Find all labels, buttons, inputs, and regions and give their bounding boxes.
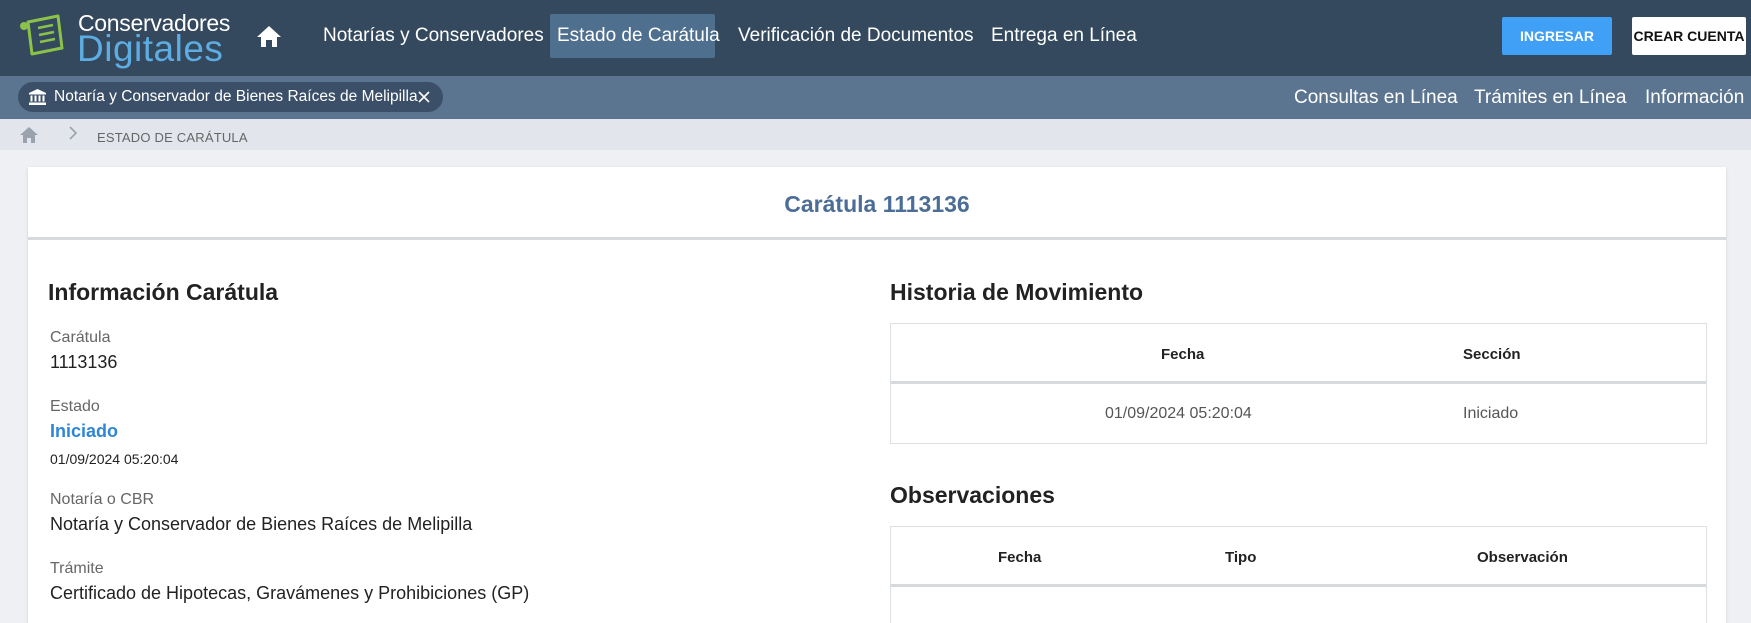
bank-icon — [29, 89, 46, 105]
secondary-navigation-bar: Notaría y Conservador de Bienes Raíces d… — [0, 76, 1751, 119]
caratula-label: Carátula — [50, 329, 111, 346]
notaria-label: Notaría o CBR — [50, 491, 155, 508]
info-section-title: Información Carátula — [48, 279, 279, 305]
history-table: Fecha Sección 01/09/2024 05:20:04 Inicia… — [890, 323, 1707, 444]
column-header-tipo: Tipo — [1225, 549, 1257, 566]
table-header: Fecha Tipo Observación — [891, 527, 1706, 587]
column-header-seccion: Sección — [1463, 346, 1521, 363]
estado-label: Estado — [50, 398, 100, 415]
table-header: Fecha Sección — [891, 324, 1706, 384]
tramites-en-linea-link[interactable]: Trámites en Línea — [1474, 76, 1626, 119]
nav-verificacion-documentos[interactable]: Verificación de Documentos — [731, 14, 981, 58]
observations-table: Fecha Tipo Observación — [890, 526, 1707, 623]
observations-section-title: Observaciones — [890, 482, 1055, 508]
home-icon[interactable] — [255, 23, 283, 49]
consultas-en-linea-link[interactable]: Consultas en Línea — [1294, 76, 1458, 119]
breadcrumb-current: ESTADO DE CARÁTULA — [97, 130, 248, 145]
caratula-card: Carátula 1113136 Información Carátula Ca… — [28, 167, 1726, 623]
close-icon[interactable] — [417, 90, 431, 104]
selected-office-chip[interactable]: Notaría y Conservador de Bienes Raíces d… — [18, 82, 443, 112]
history-section-cell: Iniciado — [1463, 405, 1519, 422]
card-header: Carátula 1113136 — [28, 167, 1726, 240]
page-title: Carátula 1113136 — [784, 191, 970, 217]
breadcrumb: ESTADO DE CARÁTULA — [0, 119, 1751, 150]
history-section-title: Historia de Movimiento — [890, 279, 1144, 305]
informacion-link[interactable]: Información — [1645, 76, 1744, 119]
column-header-fecha: Fecha — [998, 549, 1042, 566]
logo-text-bottom: Digitales — [77, 28, 224, 69]
top-navigation-bar: Conservadores Digitales Notarías y Conse… — [0, 0, 1751, 76]
notaria-value: Notaría y Conservador de Bienes Raíces d… — [50, 514, 473, 534]
create-account-button[interactable]: CREAR CUENTA — [1632, 17, 1746, 55]
conservadores-digitales-logo[interactable]: Conservadores Digitales — [18, 10, 230, 69]
document-logo-icon — [20, 14, 64, 56]
login-button[interactable]: INGRESAR — [1502, 17, 1612, 55]
nav-entrega-en-linea[interactable]: Entrega en Línea — [984, 14, 1144, 58]
status-badge: Iniciado — [50, 421, 119, 441]
history-date-cell: 01/09/2024 05:20:04 — [1105, 405, 1252, 422]
column-header-observacion: Observación — [1477, 549, 1568, 566]
column-header-fecha: Fecha — [1161, 346, 1205, 363]
nav-estado-caratula[interactable]: Estado de Carátula — [550, 14, 720, 58]
tramite-label: Trámite — [50, 560, 104, 577]
nav-notarias-conservadores[interactable]: Notarías y Conservadores — [316, 14, 551, 58]
breadcrumb-home-icon[interactable] — [19, 126, 39, 144]
caratula-value: 1113136 — [50, 352, 118, 372]
table-row: 01/09/2024 05:20:04 Iniciado — [891, 384, 1706, 443]
estado-date: 01/09/2024 05:20:04 — [50, 451, 179, 467]
selected-office-label: Notaría y Conservador de Bienes Raíces d… — [54, 88, 418, 105]
tramite-value: Certificado de Hipotecas, Gravámenes y P… — [50, 583, 530, 603]
chevron-right-icon — [69, 126, 78, 140]
